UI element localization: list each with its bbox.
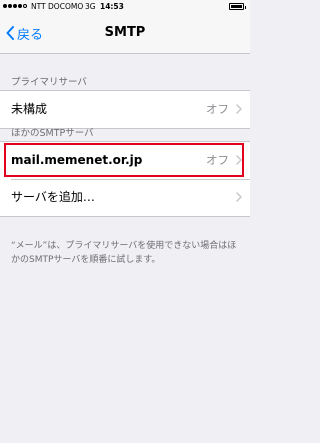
- network-type: 3G: [85, 2, 96, 11]
- footer-note: “メール”は、プライマリサーバを使用できない場合はほかのSMTPサーバを順番に試…: [11, 241, 237, 265]
- primary-server-status: オフ: [206, 102, 229, 116]
- status-bar: NTT DOCOMO 3G 14:53: [0, 0, 250, 13]
- add-server-label: サーバを追加…: [11, 190, 95, 204]
- add-server-row[interactable]: サーバを追加…: [0, 179, 250, 216]
- chevron-right-icon: [236, 104, 242, 114]
- status-time: 14:53: [100, 2, 124, 11]
- battery-icon: [229, 3, 246, 10]
- primary-server-label: 未構成: [11, 102, 48, 116]
- chevron-right-icon: [236, 192, 242, 202]
- signal-strength-icon: [3, 4, 27, 8]
- carrier-name: NTT DOCOMO: [31, 2, 84, 11]
- other-servers-header: ほかのSMTPサーバ: [11, 128, 94, 139]
- primary-server-row[interactable]: 未構成 オフ: [0, 91, 250, 128]
- page-title: SMTP: [104, 25, 146, 40]
- primary-server-header: プライマリサーバ: [11, 77, 87, 88]
- primary-server-group: 未構成 オフ: [0, 90, 250, 129]
- highlight-box: [4, 143, 244, 177]
- navigation-bar: 戻る SMTP: [0, 13, 250, 54]
